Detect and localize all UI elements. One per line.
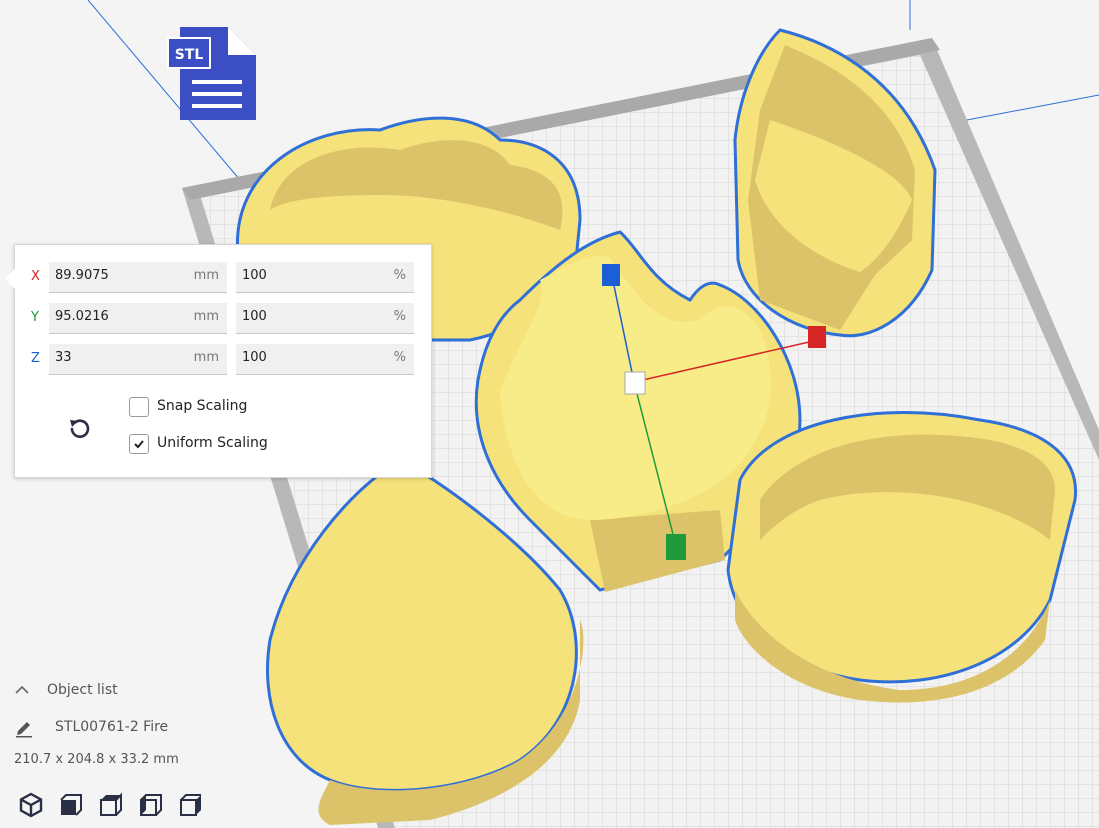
- object-dimensions: 210.7 x 204.8 x 33.2 mm: [14, 752, 179, 767]
- panel-pointer: [5, 269, 15, 289]
- size-y-unit: mm: [193, 309, 219, 324]
- size-z-input[interactable]: 33 mm: [49, 344, 227, 375]
- pencil-icon[interactable]: [14, 719, 34, 739]
- size-x-value: 89.9075: [55, 268, 109, 283]
- axis-label-y: Y: [31, 310, 39, 325]
- stl-file-icon: STL: [167, 27, 256, 120]
- percent-y-input[interactable]: 100 %: [236, 303, 414, 334]
- percent-x-input[interactable]: 100 %: [236, 262, 414, 293]
- scale-row-x: X 89.9075 mm 100 %: [15, 262, 431, 294]
- gizmo-handle-x[interactable]: [808, 326, 826, 348]
- model-round[interactable]: [726, 411, 1078, 703]
- reset-icon[interactable]: [65, 415, 93, 443]
- size-y-value: 95.0216: [55, 309, 109, 324]
- uniform-scaling-label[interactable]: Uniform Scaling: [157, 435, 268, 451]
- size-z-value: 33: [55, 350, 72, 365]
- percent-x-value: 100: [242, 268, 267, 283]
- scale-row-y: Y 95.0216 mm 100 %: [15, 303, 431, 335]
- size-y-input[interactable]: 95.0216 mm: [49, 303, 227, 334]
- left-view-icon[interactable]: [137, 791, 165, 819]
- snap-scaling-label[interactable]: Snap Scaling: [157, 398, 247, 414]
- percent-z-value: 100: [242, 350, 267, 365]
- axis-label-x: X: [31, 269, 40, 284]
- snap-scaling-checkbox[interactable]: [129, 397, 149, 417]
- checkmark-icon: [134, 440, 144, 449]
- chevron-up-icon[interactable]: [14, 683, 30, 697]
- percent-z-unit: %: [393, 350, 406, 365]
- percent-z-input[interactable]: 100 %: [236, 344, 414, 375]
- object-name[interactable]: STL00761-2 Fire: [55, 719, 168, 735]
- scale-tool-panel: X 89.9075 mm 100 % Y 95.0216 mm 100 % Z …: [5, 244, 432, 478]
- size-x-unit: mm: [193, 268, 219, 283]
- gizmo-handle-center[interactable]: [624, 371, 646, 395]
- gizmo-handle-y[interactable]: [666, 534, 686, 560]
- size-x-input[interactable]: 89.9075 mm: [49, 262, 227, 293]
- front-view-icon[interactable]: [57, 791, 85, 819]
- gizmo-handle-z[interactable]: [602, 264, 620, 286]
- top-view-icon[interactable]: [97, 791, 125, 819]
- percent-y-value: 100: [242, 309, 267, 324]
- uniform-scaling-checkbox[interactable]: [129, 434, 149, 454]
- stl-badge-label: STL: [175, 47, 204, 63]
- 3d-view-icon[interactable]: [17, 791, 45, 819]
- scale-row-z: Z 33 mm 100 %: [15, 344, 431, 376]
- axis-label-z: Z: [31, 351, 40, 366]
- percent-x-unit: %: [393, 268, 406, 283]
- right-view-icon[interactable]: [177, 791, 205, 819]
- size-z-unit: mm: [193, 350, 219, 365]
- object-list-header[interactable]: Object list: [47, 682, 118, 698]
- percent-y-unit: %: [393, 309, 406, 324]
